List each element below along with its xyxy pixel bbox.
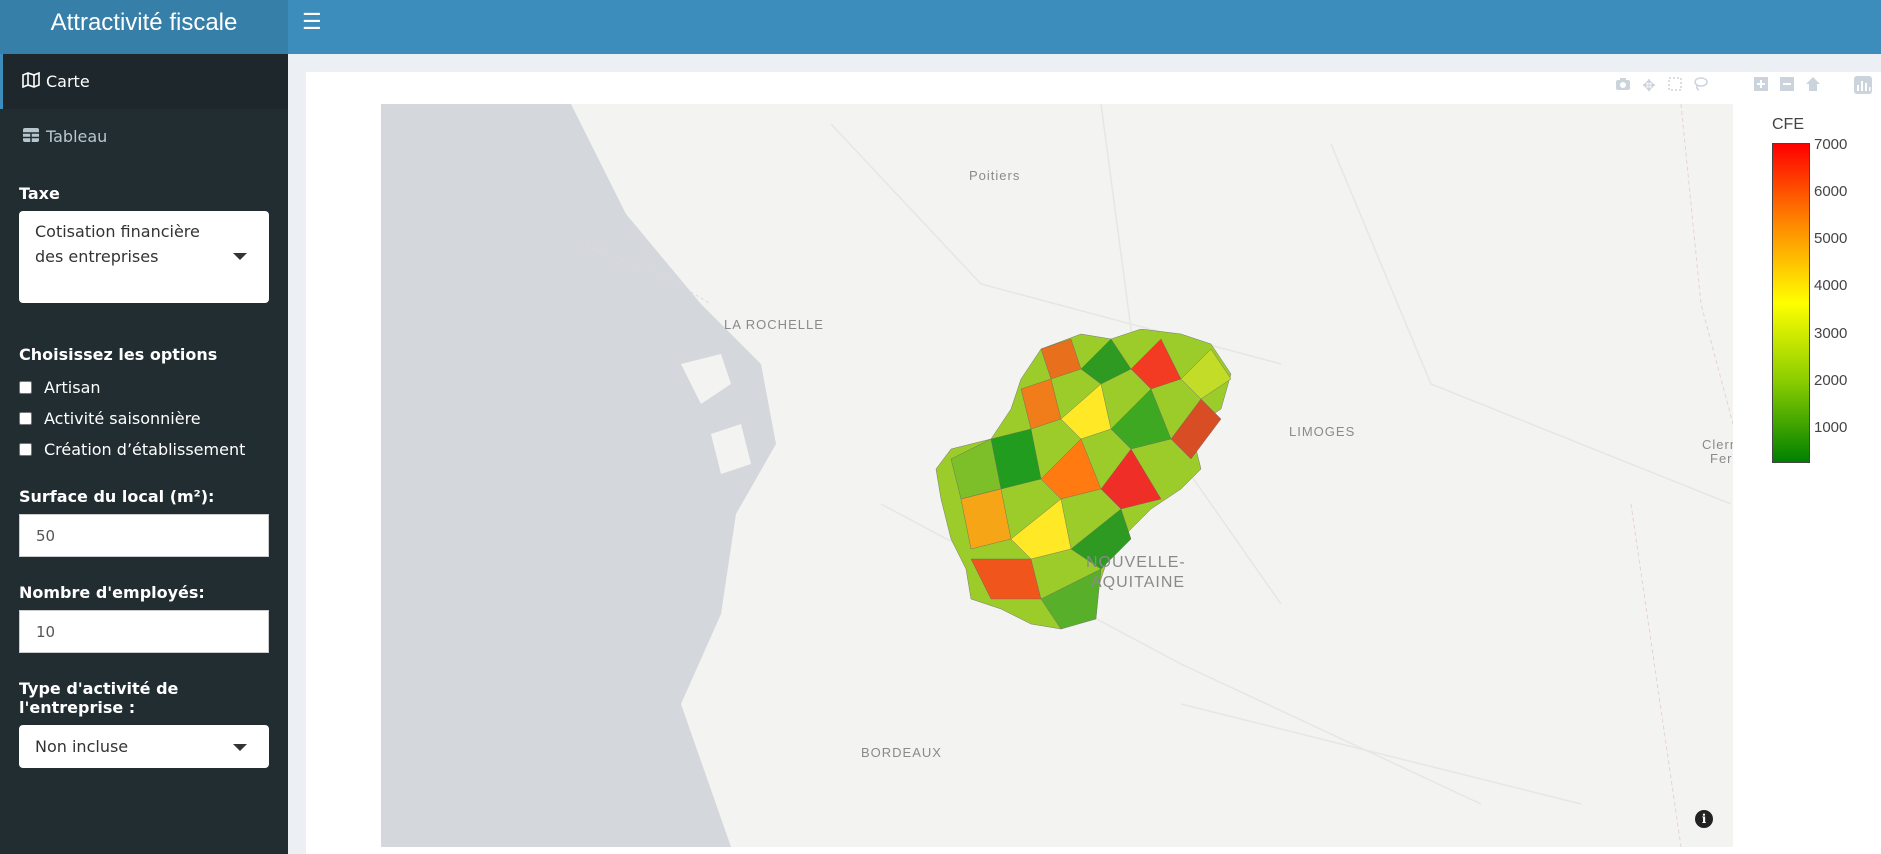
colorbar-tick: 4000 <box>1814 277 1848 294</box>
employes-input[interactable]: 10 <box>19 610 269 653</box>
map-label-la-rochelle: LA ROCHELLE <box>724 317 824 332</box>
map-icon <box>22 71 42 92</box>
colorbar-tick: 7000 <box>1814 136 1848 153</box>
plot-modebar: ✥ <box>1610 76 1714 98</box>
surface-label: Surface du local (m²): <box>19 487 215 506</box>
map-label-nouvelle: NOUVELLE- <box>1086 554 1186 571</box>
menu-item-carte[interactable]: Carte <box>0 54 288 109</box>
surface-input[interactable]: 50 <box>19 514 269 557</box>
activite-select[interactable]: Non incluse <box>19 725 269 768</box>
checkbox-box[interactable] <box>19 443 32 456</box>
info-icon[interactable]: i <box>1695 810 1713 828</box>
activite-label: Type d'activité de l'entreprise : <box>19 679 179 717</box>
plot-modebar-zoom <box>1748 76 1826 98</box>
menu-item-tableau[interactable]: Tableau <box>0 109 288 164</box>
map-label-limoges: LIMOGES <box>1289 424 1356 439</box>
chevron-down-icon <box>233 743 247 751</box>
sidebar: Carte Tableau Taxe Cotisation financière… <box>0 54 288 854</box>
checkbox-box[interactable] <box>19 381 32 394</box>
plotly-logo[interactable] <box>1850 76 1876 98</box>
map-label-aquitaine: AQUITAINE <box>1091 574 1186 591</box>
taxe-select[interactable]: Cotisation financière des entreprises <box>19 211 269 303</box>
map-label-clermont: Clerm <box>1702 437 1733 452</box>
employes-label: Nombre d'employés: <box>19 583 205 602</box>
lasso-icon[interactable] <box>1688 76 1714 98</box>
colorbar-tick: 6000 <box>1814 183 1848 200</box>
plotly-logo-icon[interactable] <box>1850 76 1876 98</box>
menu-item-label: Tableau <box>46 127 108 146</box>
sidebar-toggle-icon[interactable]: ☰ <box>302 10 326 34</box>
map-label-ferrand: Fer <box>1710 451 1733 466</box>
checkbox-box[interactable] <box>19 412 32 425</box>
checkbox-label: Artisan <box>44 378 101 397</box>
app-title: Attractivité fiscale <box>0 0 288 54</box>
checkbox-label: Activité saisonnière <box>44 409 201 428</box>
menu-item-label: Carte <box>46 72 90 91</box>
chevron-down-icon <box>233 253 247 260</box>
home-icon[interactable] <box>1800 76 1826 98</box>
colorbar-tick: 1000 <box>1814 419 1848 436</box>
zoom-in-icon[interactable] <box>1748 76 1774 98</box>
checkbox-creation-etablissement[interactable]: Création d’établissement <box>19 434 269 465</box>
checkbox-label: Création d’établissement <box>44 440 246 459</box>
camera-icon[interactable] <box>1610 76 1636 98</box>
taxe-label: Taxe <box>19 184 60 203</box>
checkbox-activite-saisonniere[interactable]: Activité saisonnière <box>19 403 269 434</box>
checkbox-artisan[interactable]: Artisan <box>19 372 269 403</box>
zoom-out-icon[interactable] <box>1774 76 1800 98</box>
map-label-poitiers: Poitiers <box>969 168 1021 183</box>
colorbar-title: CFE <box>1772 116 1804 133</box>
taxe-selected-value: Cotisation financière des entreprises <box>35 222 200 266</box>
top-navbar: Attractivité fiscale ☰ <box>0 0 1881 54</box>
table-icon <box>22 127 42 147</box>
colorbar-tick: 3000 <box>1814 325 1848 342</box>
map-label-bordeaux: BORDEAUX <box>861 745 942 760</box>
choropleth-map[interactable]: Poitiers LA ROCHELLE LIMOGES NOUVELLE- A… <box>381 104 1733 847</box>
colorbar-tick: 5000 <box>1814 230 1848 247</box>
activite-selected-value: Non incluse <box>35 737 129 756</box>
pan-icon[interactable]: ✥ <box>1636 76 1662 98</box>
box-select-icon[interactable] <box>1662 76 1688 98</box>
region-choropleth[interactable] <box>931 329 1261 639</box>
colorbar-tick: 2000 <box>1814 372 1848 389</box>
colorbar <box>1772 143 1810 463</box>
options-label: Choisissez les options <box>19 345 218 364</box>
